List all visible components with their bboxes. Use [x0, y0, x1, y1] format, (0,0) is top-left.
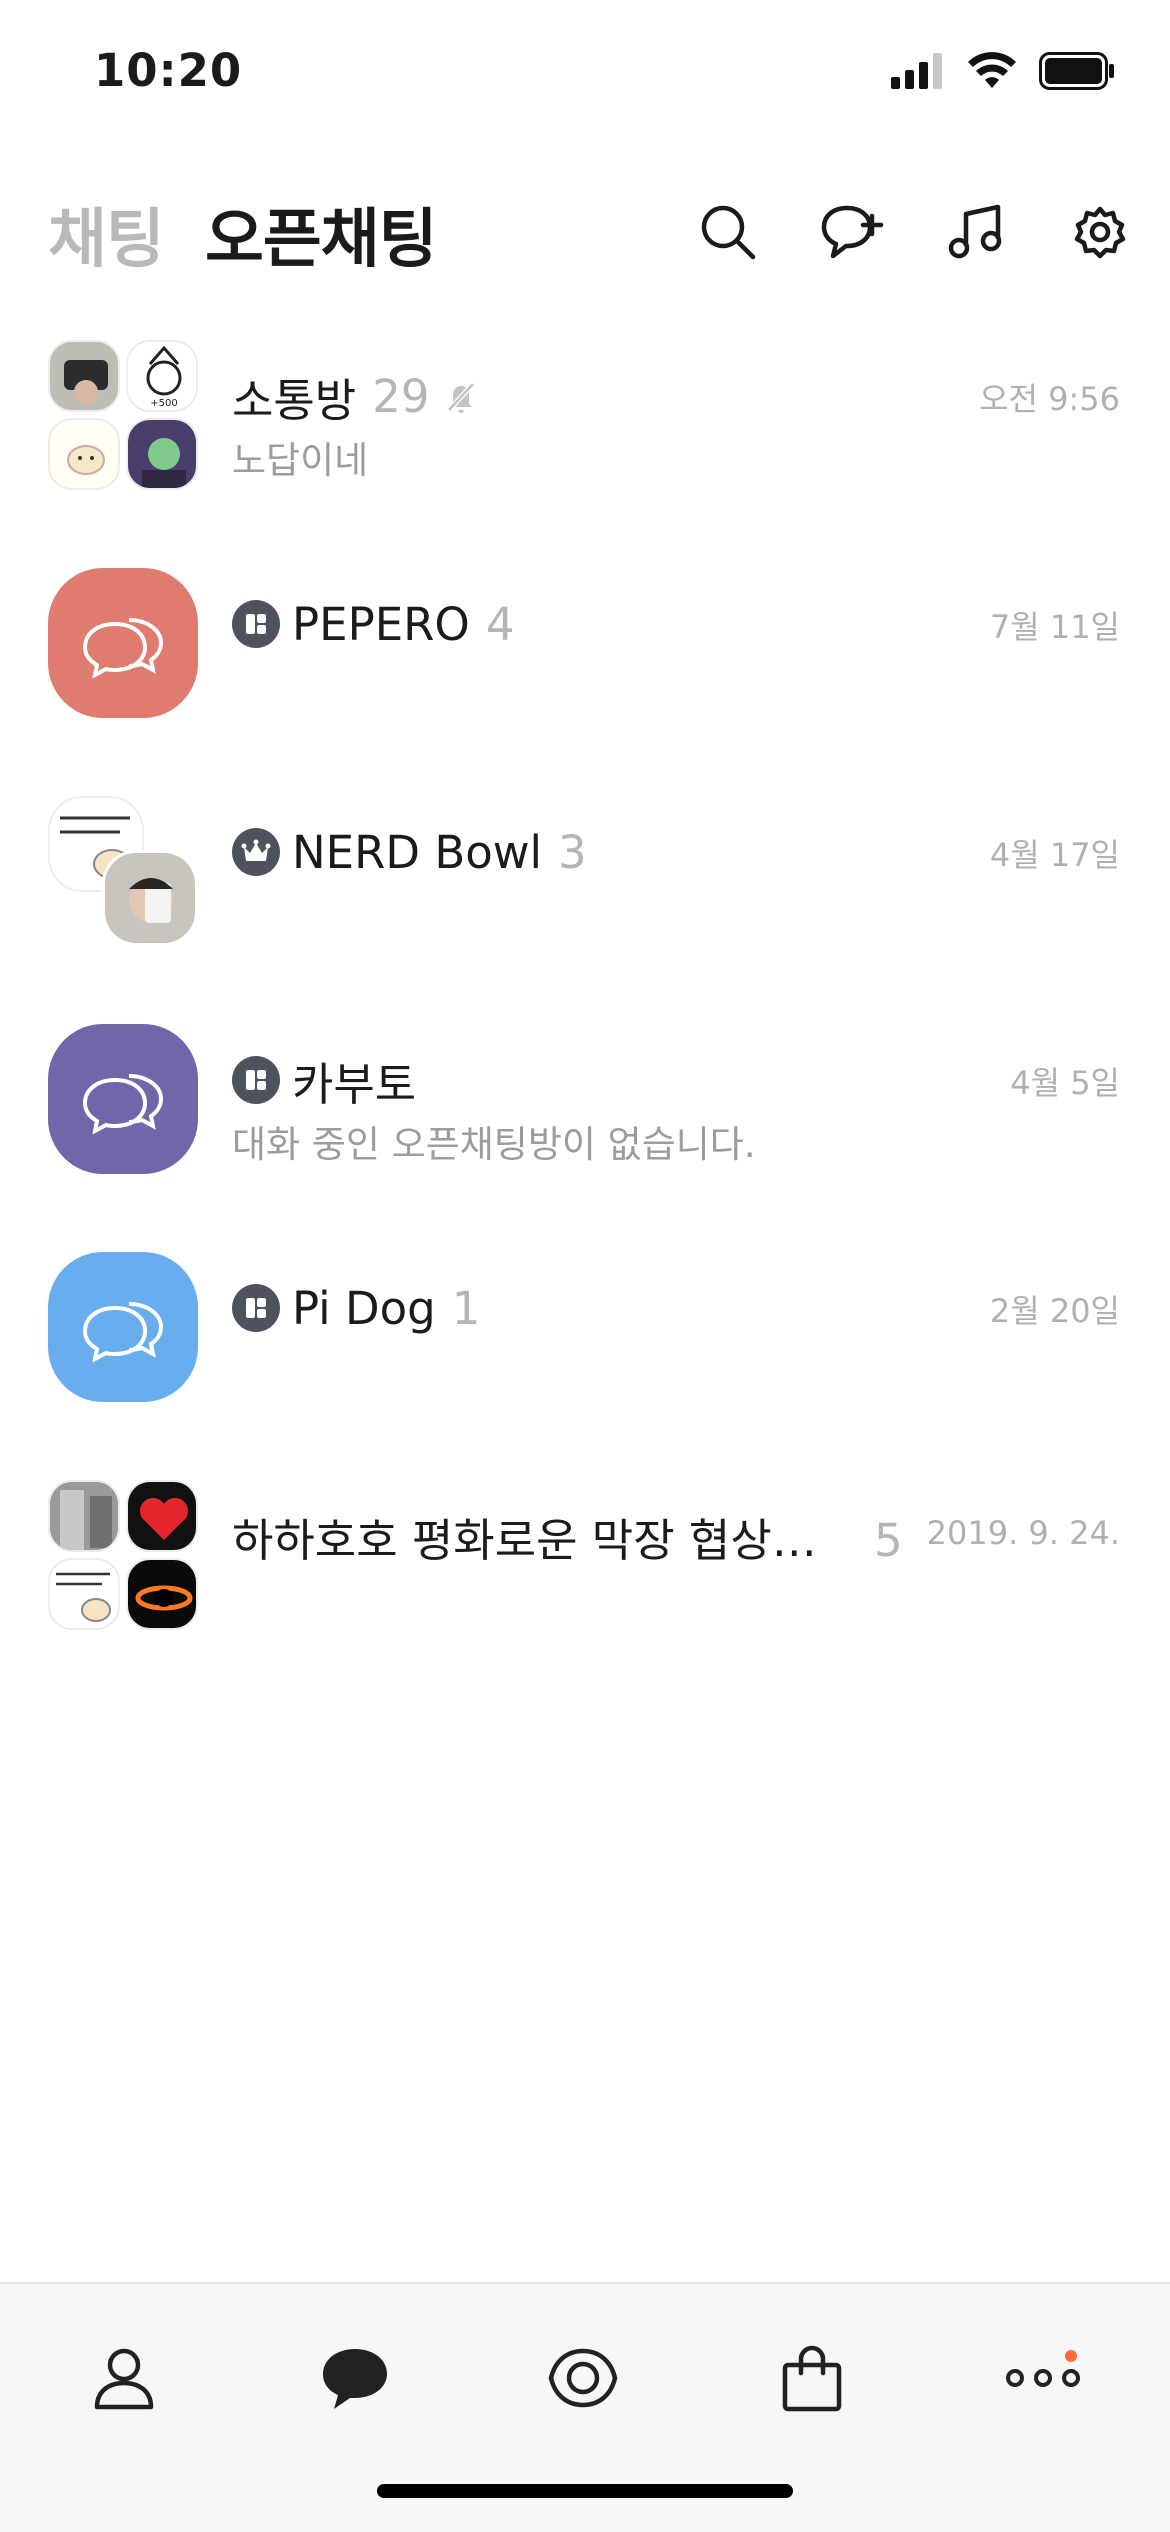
new-chat-icon — [821, 205, 884, 259]
chat-row[interactable]: Pi Dog 1 2월 20일 — [0, 1252, 1170, 1480]
member-count: 29 — [372, 369, 430, 423]
settings-button[interactable] — [1068, 200, 1132, 264]
chat-row[interactable]: 카부토 대화 중인 오픈채팅방이 없습니다. 4월 5일 — [0, 1024, 1170, 1252]
chat-title-line: 소통방 29 — [232, 366, 481, 427]
tab-open-chats[interactable]: 오픈채팅 — [205, 188, 438, 280]
member-count: 5 — [874, 1514, 903, 1567]
home-indicator[interactable] — [377, 2484, 793, 2498]
group-avatar — [48, 796, 198, 946]
chat-title-line: 하하호호 평화로운 막장 협상… — [232, 1506, 817, 1567]
tab-chats-nav[interactable] — [305, 2328, 405, 2428]
owner-badge — [232, 828, 280, 876]
member-photo — [48, 1480, 120, 1552]
chat-row[interactable]: 하하호호 평화로운 막장 협상… 5 2019. 9. 24. — [0, 1480, 1170, 1708]
member-count: 1 — [451, 1281, 481, 1335]
tab-shopping[interactable] — [762, 2328, 862, 2428]
chat-title: Pi Dog — [292, 1281, 436, 1335]
host-icon — [246, 1070, 266, 1090]
chat-title: 카부토 — [292, 1057, 417, 1111]
member-photo — [102, 850, 198, 946]
member-photo — [48, 418, 120, 490]
svg-text:+500: +500 — [150, 398, 177, 409]
host-icon — [246, 1298, 266, 1318]
chat-title-line: PEPERO 4 — [232, 594, 514, 654]
chat-row[interactable]: NERD Bowl 3 4월 17일 — [0, 796, 1170, 1024]
status-icons — [891, 52, 1115, 90]
member-count: 3 — [558, 825, 587, 879]
chat-time: 2월 20일 — [989, 1292, 1120, 1330]
chat-list: +500 소통방 29 노답이네 오전 9:56 PEPERO 4 7월 11일… — [0, 340, 1170, 1708]
member-photo — [126, 1480, 198, 1552]
member-photo — [126, 1558, 198, 1630]
member-photo: +500 — [126, 340, 198, 412]
chat-time: 4월 17일 — [989, 836, 1120, 874]
host-badge — [232, 1056, 280, 1104]
chat-title: PEPERO — [292, 597, 470, 651]
chat-time: 2019. 9. 24. — [926, 1514, 1120, 1552]
chat-title-line: Pi Dog 1 — [232, 1278, 480, 1338]
chat-preview: 노답이네 — [232, 439, 369, 482]
host-badge — [232, 1284, 280, 1332]
crown-icon — [241, 839, 271, 861]
chat-row[interactable]: PEPERO 4 7월 11일 — [0, 568, 1170, 796]
chat-title: 하하호호 평화로운 막장 협상… — [232, 1513, 817, 1567]
chat-time: 4월 5일 — [1010, 1064, 1120, 1102]
speech-bubbles-icon — [82, 618, 164, 678]
member-photo — [48, 340, 120, 412]
tab-more[interactable] — [993, 2328, 1093, 2428]
chat-avatar — [48, 568, 198, 718]
settings-icon — [1074, 206, 1126, 259]
host-badge — [232, 600, 280, 648]
chat-row[interactable]: +500 소통방 29 노답이네 오전 9:56 — [0, 340, 1170, 568]
header-actions — [696, 200, 1132, 264]
notification-dot — [1065, 2350, 1077, 2362]
tab-chats[interactable]: 채팅 — [48, 188, 165, 280]
wifi-icon — [968, 52, 1016, 88]
chat-title: NERD Bowl — [292, 825, 543, 879]
cellular-signal-icon — [891, 53, 942, 89]
search-icon — [701, 205, 756, 260]
chat-avatar — [48, 1252, 198, 1402]
group-avatar — [48, 1480, 198, 1630]
music-icon — [948, 204, 1002, 259]
speech-bubbles-icon — [82, 1074, 164, 1134]
chat-time: 오전 9:56 — [979, 380, 1120, 418]
chat-preview: 대화 중인 오픈채팅방이 없습니다. — [232, 1123, 756, 1166]
member-photo — [126, 418, 198, 490]
chat-time: 7월 11일 — [989, 608, 1120, 646]
shopping-icon — [782, 2345, 842, 2412]
chats-icon — [323, 2349, 387, 2409]
more-icon — [1006, 2369, 1080, 2387]
battery-icon — [1039, 52, 1114, 90]
status-bar: 10:20 — [0, 0, 1170, 150]
chat-title-line: 카부토 — [232, 1050, 417, 1111]
member-photo — [48, 1558, 120, 1630]
search-button[interactable] — [696, 200, 760, 264]
host-icon — [246, 614, 266, 634]
default-chat-avatar — [48, 1024, 198, 1174]
mute-icon — [447, 382, 476, 413]
friends-icon — [94, 2348, 154, 2410]
tab-view[interactable] — [533, 2328, 633, 2428]
new-chat-button[interactable] — [820, 200, 884, 264]
speech-bubbles-icon — [82, 1302, 164, 1362]
chat-title: 소통방 — [232, 373, 357, 427]
header: 채팅 오픈채팅 — [0, 180, 1170, 290]
chat-title-line: NERD Bowl 3 — [232, 822, 587, 882]
status-time: 10:20 — [94, 44, 243, 97]
group-avatar: +500 — [48, 340, 198, 490]
member-count: 4 — [485, 597, 515, 651]
default-chat-avatar — [48, 1252, 198, 1402]
chat-avatar — [48, 1024, 198, 1174]
default-chat-avatar — [48, 568, 198, 718]
view-icon — [548, 2348, 618, 2408]
music-button[interactable] — [944, 200, 1008, 264]
tab-friends[interactable] — [74, 2328, 174, 2428]
